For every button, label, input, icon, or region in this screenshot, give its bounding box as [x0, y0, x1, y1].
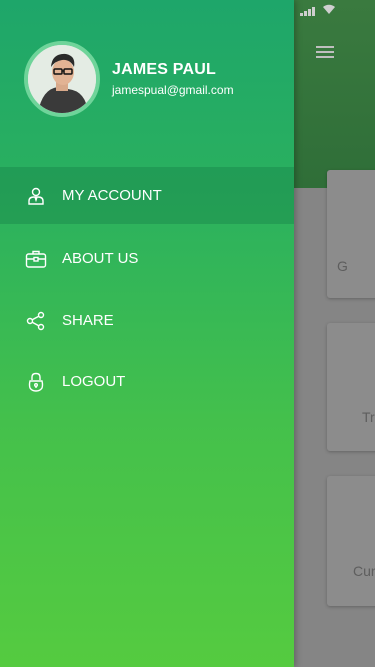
profile-name: JAMES PAUL [112, 61, 216, 78]
menu-icon[interactable] [316, 46, 334, 60]
menu-item-logout[interactable]: LOGOUT [0, 353, 294, 410]
navigation-drawer: JAMES PAUL jamespual@gmail.com MY ACCOUN… [0, 0, 294, 667]
wifi-icon [323, 4, 335, 14]
background-card[interactable]: Tr [327, 323, 375, 451]
user-icon [24, 184, 48, 208]
card-label: G [337, 258, 348, 274]
signal-icon [300, 7, 315, 16]
menu-item-my-account[interactable]: MY ACCOUNT [0, 167, 294, 224]
menu-item-label: ABOUT US [62, 250, 139, 267]
profile-photo-icon [28, 45, 96, 113]
menu-item-share[interactable]: SHARE [0, 292, 294, 349]
menu-item-label: MY ACCOUNT [62, 187, 162, 204]
card-label: Cur [353, 563, 375, 579]
lock-icon [24, 370, 48, 394]
background-card[interactable]: Cur [327, 476, 375, 606]
avatar[interactable] [24, 41, 100, 117]
profile-email: jamespual@gmail.com [112, 83, 234, 97]
background-card[interactable]: G [327, 170, 375, 298]
card-label: Tr [362, 409, 375, 425]
menu-item-label: LOGOUT [62, 373, 126, 390]
share-icon [24, 309, 48, 333]
menu-item-label: SHARE [62, 312, 114, 329]
briefcase-icon [24, 247, 48, 271]
menu-item-about-us[interactable]: ABOUT US [0, 230, 294, 287]
